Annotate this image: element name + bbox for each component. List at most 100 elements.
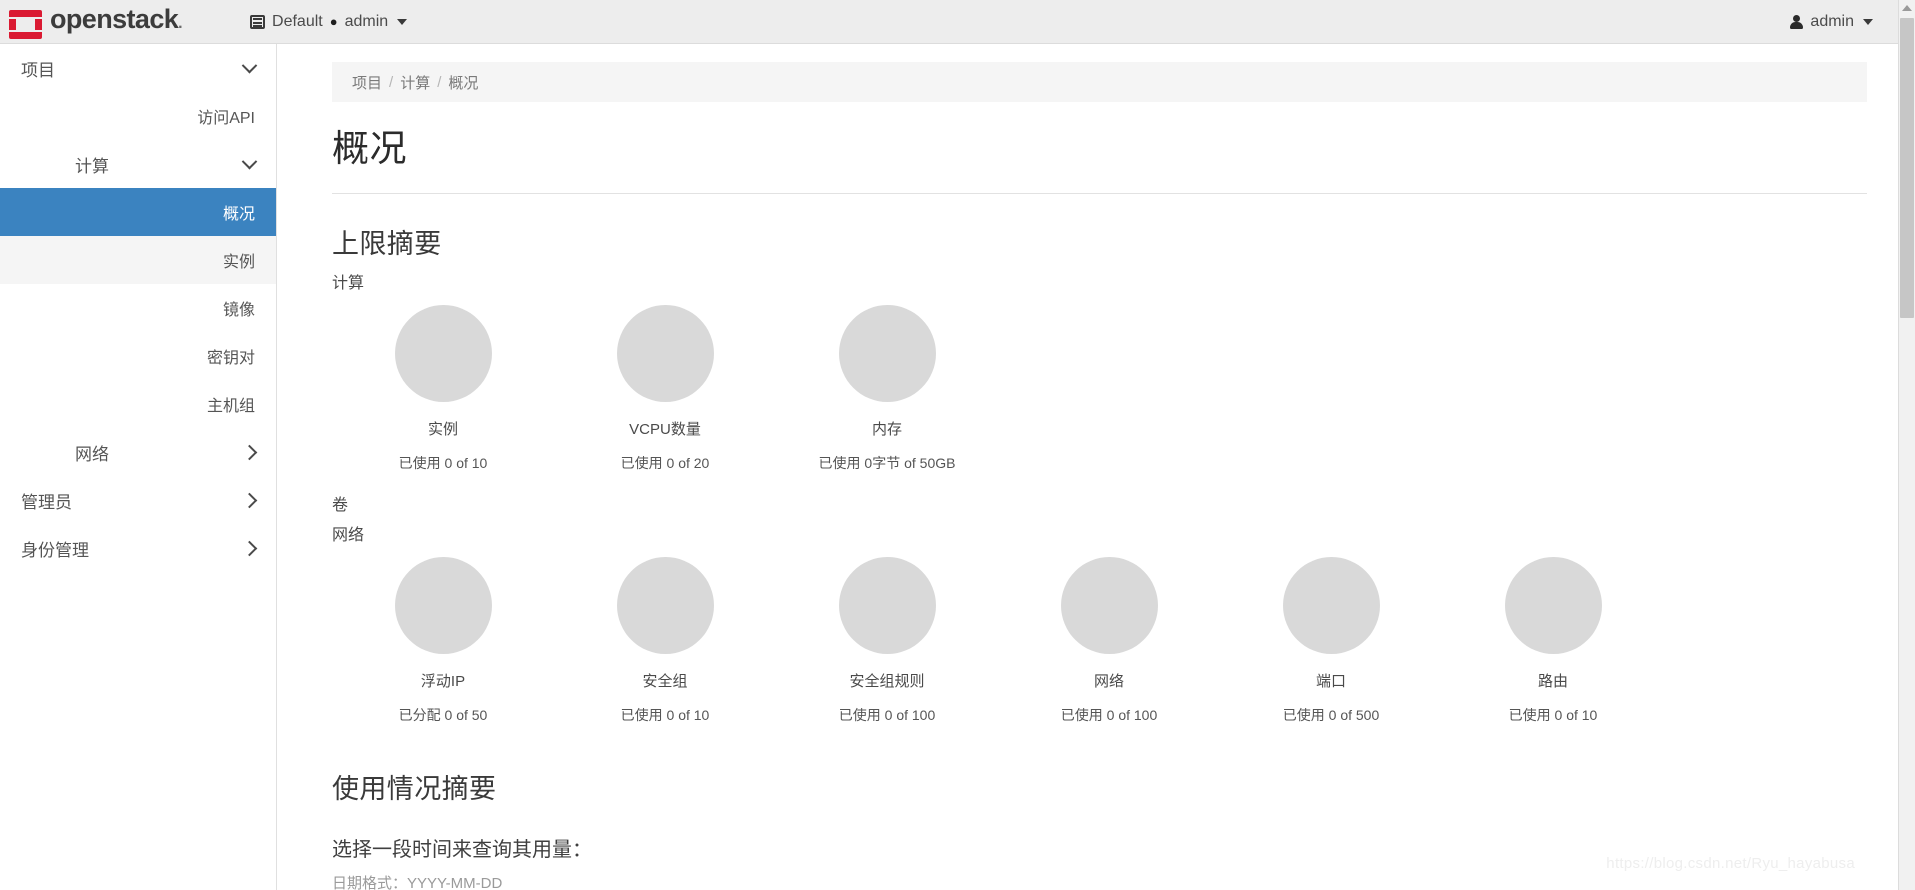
sidebar-item-identity[interactable]: 身份管理 <box>0 524 276 572</box>
quota-card-ports[interactable]: 端口 已使用 0 of 500 <box>1220 556 1442 725</box>
quota-card-networks[interactable]: 网络 已使用 0 of 100 <box>998 556 1220 725</box>
sidebar-item-api-access[interactable]: 访问API <box>0 92 276 140</box>
breadcrumb-item-project[interactable]: 项目 <box>352 72 382 93</box>
chevron-right-icon <box>241 492 258 508</box>
brand-trademark-dot: . <box>178 15 183 32</box>
sidebar-item-label: 管理员 <box>21 492 72 512</box>
quota-summary-heading: 上限摘要 <box>332 228 442 259</box>
usage-summary-heading: 使用情况摘要 <box>332 773 497 804</box>
brand-name-text: openstack <box>50 4 179 34</box>
quota-card-vcpus[interactable]: VCPU数量 已使用 0 of 20 <box>554 304 776 473</box>
quota-usage: 已使用 0 of 10 <box>1508 706 1598 723</box>
sidebar-item-compute[interactable]: 计算 <box>0 140 276 188</box>
top-navigation-bar: openstack. Default ● admin admin <box>0 0 1915 44</box>
sidebar-item-label: 主机组 <box>206 398 255 415</box>
donut-chart-security-group-rules <box>838 556 936 654</box>
breadcrumb-separator: / <box>437 73 442 91</box>
quota-label: 端口 <box>1315 672 1346 690</box>
chevron-down-icon <box>241 57 258 73</box>
quota-group-heading-network: 网络 <box>332 526 365 544</box>
breadcrumb: 项目 / 计算 / 概况 <box>332 62 1867 102</box>
quota-usage: 已使用 0字节 of 50GB <box>818 454 956 471</box>
context-separator-dot: ● <box>329 14 338 29</box>
quota-usage: 已使用 0 of 500 <box>1282 706 1380 723</box>
quota-usage: 已使用 0 of 100 <box>838 706 936 723</box>
main-content: 项目 / 计算 / 概况 概况 上限摘要 计算 实例 已使用 0 of 10 V… <box>278 44 1915 890</box>
quota-label: 安全组 <box>642 672 688 690</box>
quota-card-instances[interactable]: 实例 已使用 0 of 10 <box>332 304 554 473</box>
quota-usage: 已使用 0 of 20 <box>620 454 710 471</box>
sidebar-navigation: 项目 访问API 计算 概况 实例 镜像 密钥对 主机组 网络 管理员 身份管理 <box>0 44 277 890</box>
quota-card-memory[interactable]: 内存 已使用 0字节 of 50GB <box>776 304 998 473</box>
sidebar-item-label: 身份管理 <box>21 540 89 560</box>
quota-row-compute: 实例 已使用 0 of 10 VCPU数量 已使用 0 of 20 内存 已使用… <box>332 304 1867 473</box>
quota-card-security-groups[interactable]: 安全组 已使用 0 of 10 <box>554 556 776 725</box>
scroll-up-arrow-icon[interactable] <box>1902 5 1912 11</box>
sidebar-item-key-pairs[interactable]: 密钥对 <box>0 332 276 380</box>
vertical-scrollbar[interactable] <box>1898 0 1915 890</box>
sidebar-item-label: 访问API <box>197 110 255 127</box>
quota-usage: 已使用 0 of 100 <box>1060 706 1158 723</box>
quota-label: VCPU数量 <box>629 420 701 438</box>
sidebar-item-server-groups[interactable]: 主机组 <box>0 380 276 428</box>
donut-chart-instances <box>394 304 492 402</box>
context-project-label: admin <box>344 12 389 30</box>
sidebar-item-instances[interactable]: 实例 <box>0 236 276 284</box>
usage-date-format-hint: 日期格式：YYYY-MM-DD <box>332 874 503 890</box>
caret-down-icon <box>1863 19 1873 25</box>
sidebar-item-network[interactable]: 网络 <box>0 428 276 476</box>
sidebar-item-admin[interactable]: 管理员 <box>0 476 276 524</box>
donut-chart-floating-ips <box>394 556 492 654</box>
grid-list-icon <box>250 14 266 29</box>
sidebar-item-label: 计算 <box>75 156 109 176</box>
breadcrumb-item-overview: 概况 <box>448 74 479 92</box>
quota-usage: 已使用 0 of 10 <box>398 454 488 471</box>
caret-down-icon <box>397 18 408 25</box>
openstack-logo-icon <box>9 10 42 39</box>
breadcrumb-item-compute[interactable]: 计算 <box>400 72 430 93</box>
user-menu-label: admin <box>1810 13 1854 30</box>
sidebar-item-overview[interactable]: 概况 <box>0 188 276 236</box>
quota-label: 内存 <box>871 420 902 438</box>
quota-label: 实例 <box>427 420 458 438</box>
donut-chart-security-groups <box>616 556 714 654</box>
title-divider <box>332 192 1867 194</box>
donut-chart-vcpus <box>616 304 714 402</box>
quota-group-heading-volume: 卷 <box>332 496 349 514</box>
openstack-brand-logo[interactable]: openstack. <box>0 4 183 39</box>
breadcrumb-separator: / <box>389 73 394 91</box>
sidebar-item-label: 项目 <box>21 60 55 80</box>
donut-chart-ports <box>1282 556 1380 654</box>
quota-label: 浮动IP <box>420 672 466 690</box>
quota-group-heading-compute: 计算 <box>332 274 365 292</box>
page-title: 概况 <box>332 128 407 169</box>
quota-card-security-group-rules[interactable]: 安全组规则 已使用 0 of 100 <box>776 556 998 725</box>
chevron-right-icon <box>241 540 258 556</box>
usage-date-prompt: 选择一段时间来查询其用量： <box>332 838 592 861</box>
donut-chart-memory <box>838 304 936 402</box>
user-avatar-icon <box>1790 15 1804 29</box>
dashboard-page: openstack. Default ● admin admin 项目 访问AP… <box>0 0 1915 890</box>
sidebar-item-label: 密钥对 <box>206 350 255 367</box>
chevron-down-icon <box>241 153 258 169</box>
quota-card-floating-ips[interactable]: 浮动IP 已分配 0 of 50 <box>332 556 554 725</box>
sidebar-item-project[interactable]: 项目 <box>0 44 276 92</box>
sidebar-item-images[interactable]: 镜像 <box>0 284 276 332</box>
sidebar-item-label: 镜像 <box>222 302 255 319</box>
brand-wordmark: openstack. <box>50 4 183 39</box>
quota-label: 路由 <box>1537 672 1568 690</box>
user-menu[interactable]: admin <box>1790 0 1873 44</box>
quota-card-routers[interactable]: 路由 已使用 0 of 10 <box>1442 556 1664 725</box>
quota-label: 网络 <box>1093 672 1124 690</box>
chevron-right-icon <box>241 444 258 460</box>
donut-chart-networks <box>1060 556 1158 654</box>
usage-summary-section: 使用情况摘要 选择一段时间来查询其用量： 日期格式：YYYY-MM-DD <box>332 767 1867 890</box>
sidebar-item-label: 网络 <box>75 444 109 464</box>
quota-label: 安全组规则 <box>849 672 925 690</box>
quota-usage: 已使用 0 of 10 <box>620 706 710 723</box>
domain-project-switcher[interactable]: Default ● admin <box>250 0 408 44</box>
quota-usage: 已分配 0 of 50 <box>398 706 488 723</box>
sidebar-item-label: 实例 <box>222 254 255 271</box>
quota-row-network: 浮动IP 已分配 0 of 50 安全组 已使用 0 of 10 安全组规则 已… <box>332 556 1867 725</box>
scrollbar-thumb[interactable] <box>1900 18 1914 318</box>
